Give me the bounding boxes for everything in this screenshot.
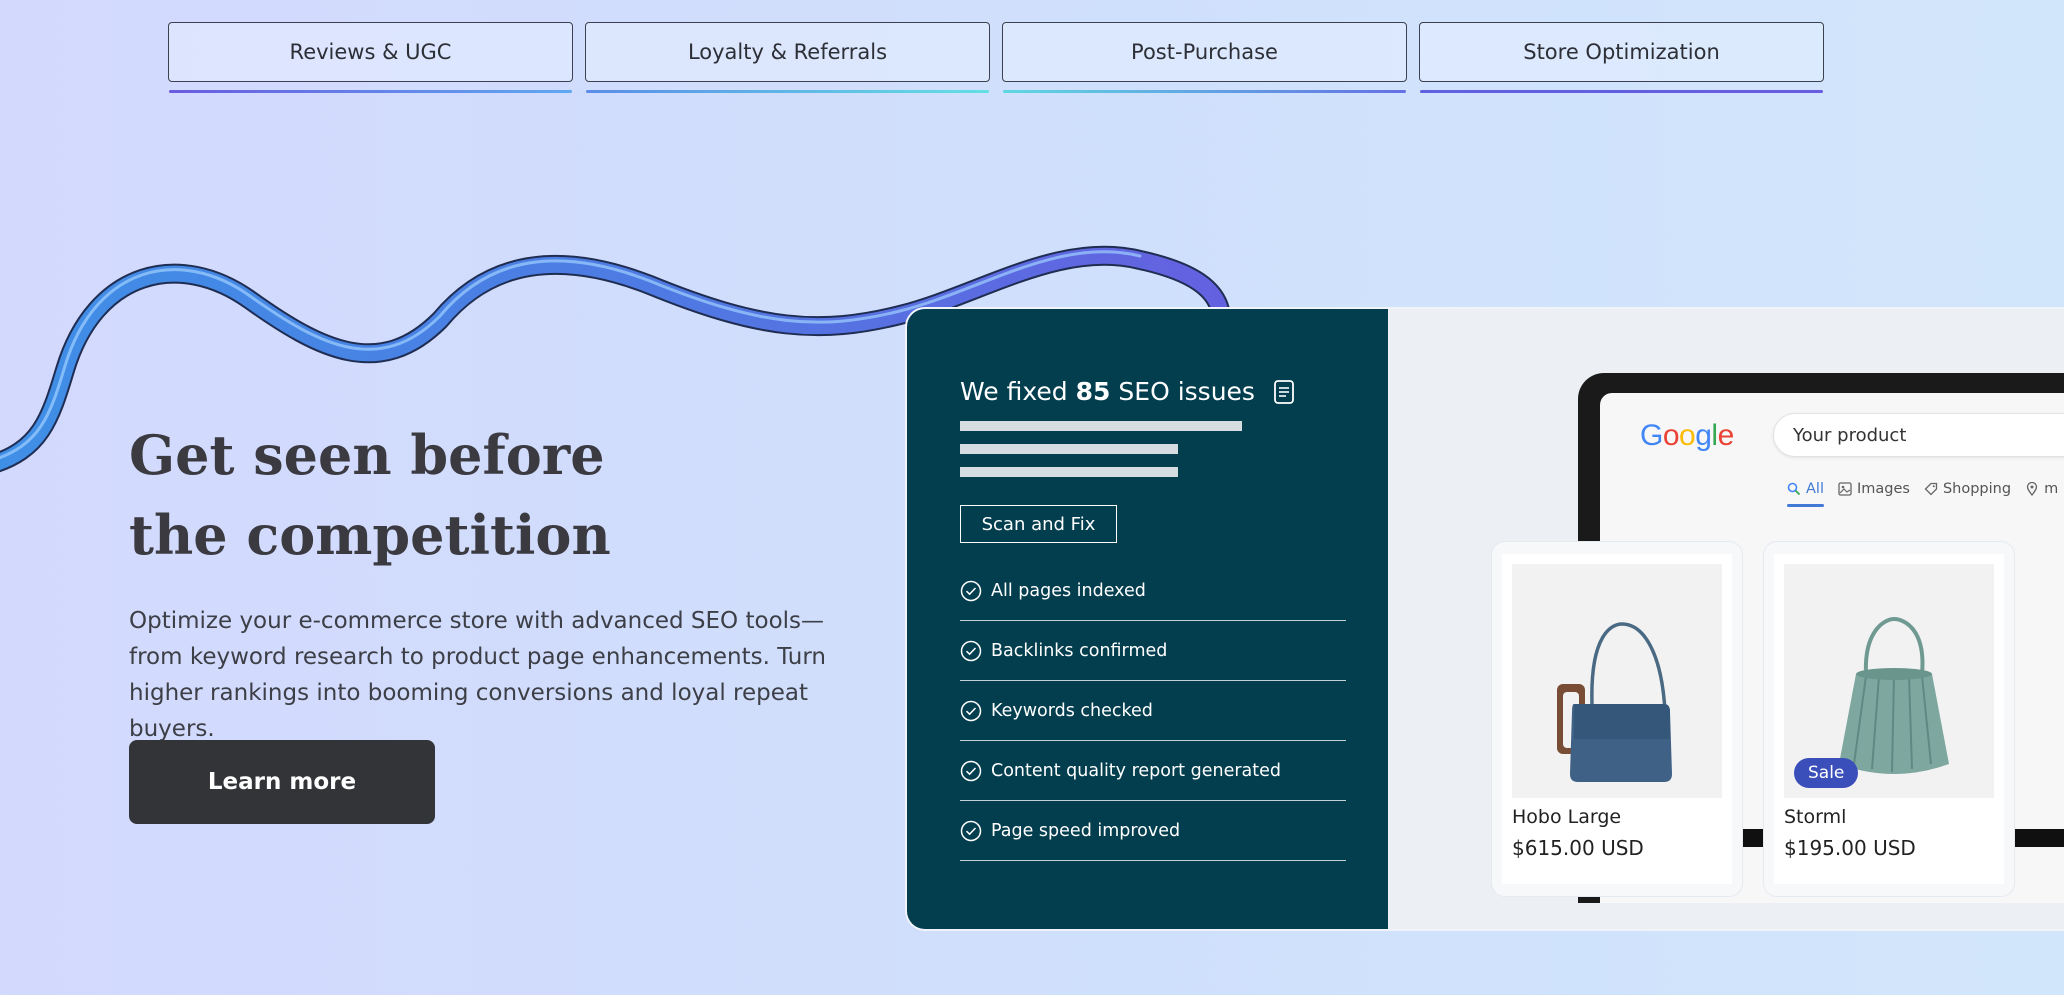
scan-and-fix-button[interactable]: Scan and Fix: [960, 505, 1117, 543]
checklist-item: Backlinks confirmed: [960, 621, 1346, 681]
check-circle-icon: [960, 820, 982, 841]
search-tab-label: Images: [1856, 481, 1910, 497]
search-tab-images[interactable]: Images: [1838, 481, 1910, 497]
tab-post-purchase[interactable]: Post-Purchase: [1002, 22, 1407, 93]
checklist-label: Page speed improved: [991, 820, 1181, 841]
search-tab-shopping[interactable]: Shopping: [1924, 481, 2011, 497]
tab-label: Reviews & UGC: [289, 40, 452, 64]
map-pin-icon: [2026, 482, 2038, 496]
skeleton-line: [960, 421, 1242, 431]
tab-store-optimization[interactable]: Store Optimization: [1419, 22, 1824, 93]
tab-label: Post-Purchase: [1131, 40, 1278, 64]
search-tab-label: All: [1806, 481, 1824, 497]
product-card[interactable]: Hobo Large $615.00 USD: [1491, 541, 1743, 897]
category-tabs: Reviews & UGC Loyalty & Referrals Post-P…: [168, 22, 1824, 93]
product-image: Sale: [1784, 564, 1994, 798]
search-tab-maps[interactable]: m: [2025, 481, 2058, 497]
tab-label: Store Optimization: [1523, 40, 1720, 64]
seo-title-prefix: We fixed: [960, 377, 1068, 406]
search-tabs: All Images Shopping m: [1787, 481, 2058, 507]
checklist-label: Content quality report generated: [991, 760, 1281, 781]
tab-reviews-ugc[interactable]: Reviews & UGC: [168, 22, 573, 93]
product-name: Storml: [1784, 806, 1847, 828]
product-price: $195.00 USD: [1784, 836, 1916, 860]
learn-more-button[interactable]: Learn more: [129, 740, 435, 824]
document-icon: [1274, 379, 1294, 404]
handbag-icon: [1557, 622, 1672, 782]
skeleton-line: [960, 467, 1178, 477]
seo-showcase-card: We fixed 85 SEO issues Scan and Fix All …: [905, 307, 2064, 931]
seo-checklist: All pages indexed Backlinks confirmed Ke…: [960, 561, 1346, 861]
product-name: Hobo Large: [1512, 806, 1622, 828]
product-card[interactable]: Sale Storml $195.00 USD: [1763, 541, 2015, 897]
search-input[interactable]: Your product: [1773, 413, 2064, 457]
product-price: $615.00 USD: [1512, 836, 1644, 860]
search-tab-all[interactable]: All: [1787, 481, 1824, 507]
search-icon: [1787, 482, 1801, 496]
tag-icon: [1924, 482, 1938, 496]
image-icon: [1838, 482, 1852, 496]
seo-panel-title: We fixed 85 SEO issues: [960, 377, 1295, 406]
google-logo: Google: [1640, 419, 1734, 452]
search-tab-label: m: [2044, 481, 2059, 497]
sale-badge: Sale: [1794, 758, 1859, 788]
hero-title: Get seen before the competition: [129, 423, 611, 567]
checklist-label: All pages indexed: [991, 580, 1146, 601]
search-input-value: Your product: [1793, 424, 1907, 446]
checklist-item: All pages indexed: [960, 561, 1346, 621]
product-image: [1512, 564, 1722, 798]
tab-label: Loyalty & Referrals: [687, 40, 888, 64]
search-tab-label: Shopping: [1942, 481, 2012, 497]
seo-title-suffix: SEO issues: [1118, 377, 1255, 406]
checklist-item: Content quality report generated: [960, 741, 1346, 801]
seo-panel: We fixed 85 SEO issues Scan and Fix All …: [907, 309, 1388, 929]
check-circle-icon: [960, 580, 982, 601]
checklist-item: Page speed improved: [960, 801, 1346, 861]
check-circle-icon: [960, 760, 982, 781]
seo-issues-count: 85: [1075, 377, 1111, 406]
hero-description: Optimize your e-commerce store with adva…: [129, 608, 826, 742]
checklist-item: Keywords checked: [960, 681, 1346, 741]
checklist-label: Backlinks confirmed: [991, 640, 1168, 661]
search-preview-panel: Google Your product All Images Shopping …: [1388, 309, 2064, 929]
skeleton-line: [960, 444, 1178, 454]
check-circle-icon: [960, 700, 982, 721]
check-circle-icon: [960, 640, 982, 661]
checklist-label: Keywords checked: [991, 700, 1153, 721]
tab-loyalty-referrals[interactable]: Loyalty & Referrals: [585, 22, 990, 93]
